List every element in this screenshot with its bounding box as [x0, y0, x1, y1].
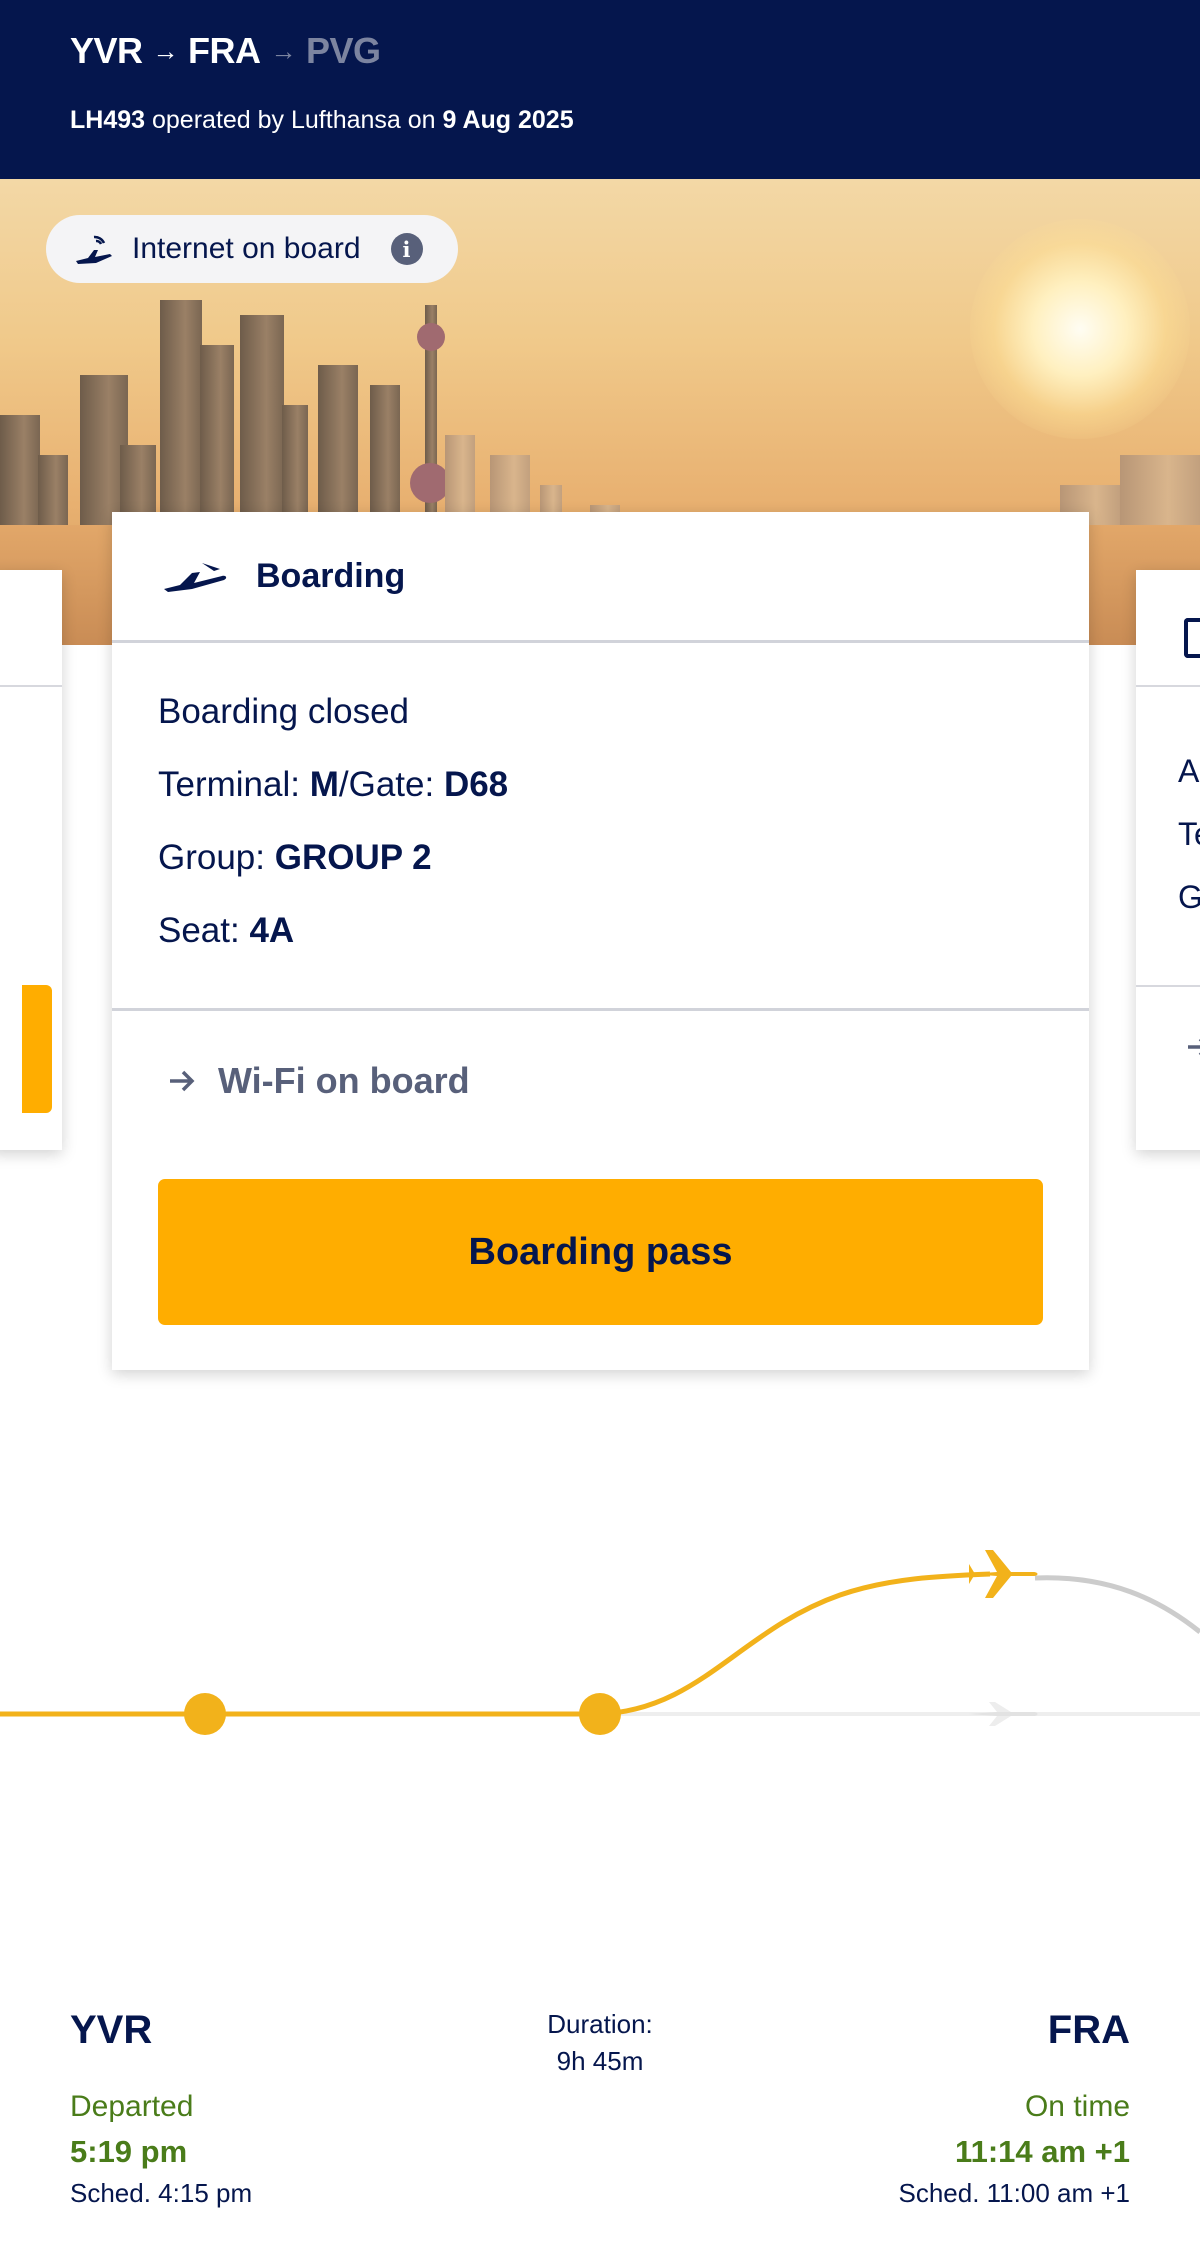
card-divider [1136, 985, 1200, 987]
next-card-text: G [1178, 879, 1200, 915]
boarding-group: Group: GROUP 2 [158, 838, 508, 911]
previous-card[interactable] [0, 570, 62, 1150]
terminal-value: M [309, 765, 339, 804]
previous-card-button[interactable] [22, 985, 52, 1113]
arrow-right-icon [170, 1070, 195, 1092]
arrow-right-icon: → [152, 35, 179, 66]
next-card-text: A [1178, 753, 1200, 789]
origin-dot [184, 1693, 226, 1735]
card-divider [1136, 685, 1200, 687]
flight-header: YVR → FRA → PVG LH493 operated by Luftha… [0, 0, 1200, 179]
flight-duration: Duration: 9h 45m [450, 2006, 750, 2080]
arrival-status: On time [1024, 2090, 1130, 2123]
terminal-gate: Terminal: M/Gate: D68 [158, 765, 508, 838]
gate-label: /Gate: [338, 765, 435, 804]
boarding-card: Boarding Boarding closed Terminal: M/Gat… [112, 512, 1089, 1370]
internet-on-board-pill[interactable]: Internet on board i [46, 215, 458, 283]
arrival-airport-code: FRA [1047, 2008, 1130, 2052]
flight-progress-track [0, 1550, 1200, 1735]
flight-path [599, 1571, 991, 1717]
duration-value: 9h 45m [556, 2046, 644, 2076]
route: YVR → FRA → PVG [70, 30, 381, 72]
internet-on-board-label: Internet on board [132, 232, 361, 265]
card-divider [112, 1008, 1089, 1011]
boarding-details: Boarding closed Terminal: M/Gate: D68 Gr… [158, 692, 508, 984]
ghost-airplane-icon [969, 1702, 1038, 1726]
duration-label: Duration: [547, 2009, 653, 2039]
takeoff-dot [579, 1693, 621, 1735]
boarding-status: Boarding closed [158, 692, 409, 731]
departure-airport-code: YVR [70, 2008, 153, 2052]
operated-by-text: operated by Lufthansa on [152, 106, 436, 134]
boarding-pass-button[interactable]: Boarding pass [158, 1179, 1043, 1325]
flight-date: 9 Aug 2025 [442, 106, 574, 134]
arrival-scheduled-time: Sched. 11:00 am +1 [898, 2178, 1130, 2208]
boarding-card-title: Boarding [256, 556, 406, 595]
group-value: GROUP 2 [274, 838, 432, 877]
airplane-position-icon [969, 1550, 1038, 1598]
terminal-label: Terminal: [158, 765, 300, 804]
origin-code: YVR [70, 30, 143, 71]
arrival-time: 11:14 am +1 [955, 2134, 1130, 2169]
card-divider [0, 685, 62, 687]
departure-scheduled-time: Sched. 4:15 pm [70, 2178, 253, 2208]
arrow-right-icon [1188, 1039, 1200, 1055]
group-label: Group: [158, 838, 265, 877]
arrow-right-icon: → [270, 35, 297, 66]
seat: Seat: 4A [158, 911, 508, 984]
connection-code: FRA [188, 30, 261, 71]
next-card[interactable]: A Te G [1136, 570, 1200, 1150]
info-icon[interactable]: i [390, 233, 423, 265]
departure-status: Departed [70, 2090, 194, 2123]
plane-icon [164, 563, 227, 592]
flight-number: LH493 [70, 106, 146, 134]
destination-code: PVG [306, 30, 381, 71]
departure-time: 5:19 pm [70, 2134, 188, 2169]
remaining-flight-path [1034, 1575, 1200, 1634]
flight-subtitle: LH493 operated by Lufthansa on 9 Aug 202… [70, 106, 574, 135]
wifi-on-board-label: Wi-Fi on board [218, 1060, 470, 1101]
gate-value: D68 [443, 765, 509, 804]
plane-wifi-icon [76, 235, 112, 264]
next-card-text: Te [1178, 816, 1200, 852]
seat-value: 4A [249, 911, 295, 950]
calendar-icon [1184, 618, 1200, 658]
wifi-on-board-link[interactable]: Wi-Fi on board [166, 1060, 470, 1102]
boarding-card-header: Boarding [112, 512, 1089, 643]
seat-label: Seat: [158, 911, 240, 950]
